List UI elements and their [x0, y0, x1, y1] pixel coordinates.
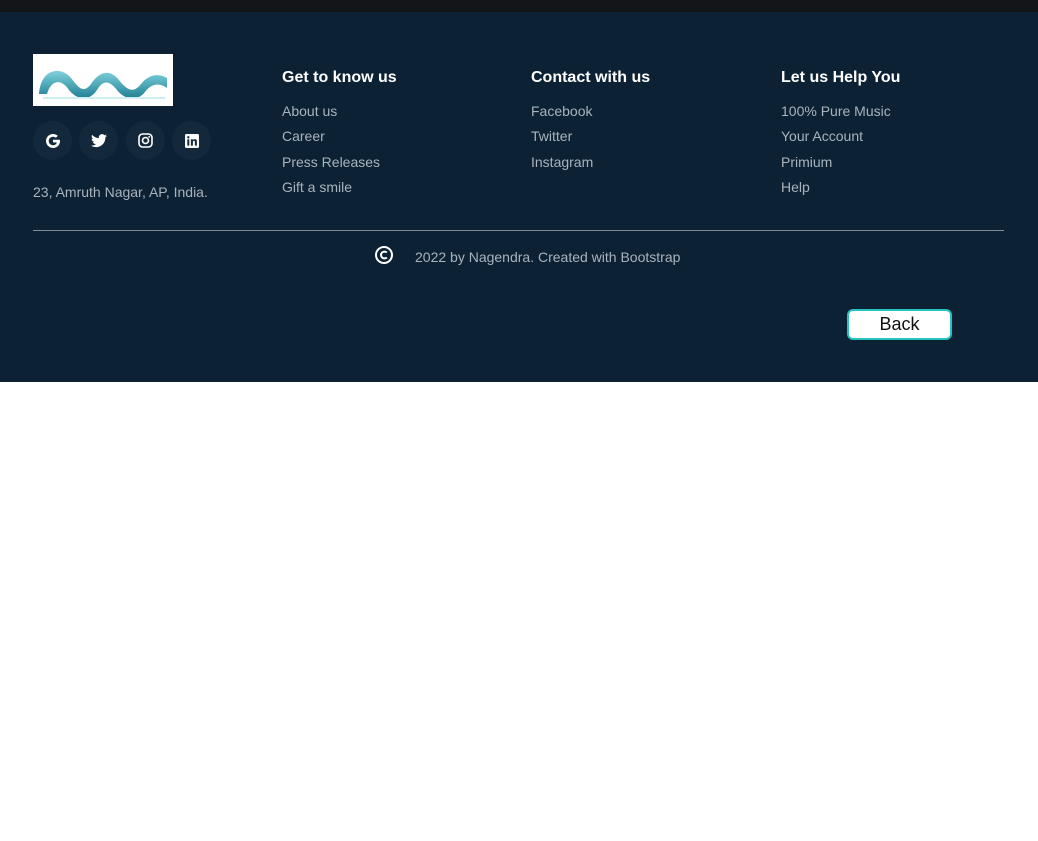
top-bar: [0, 0, 1038, 12]
link-your-account[interactable]: Your Account: [781, 128, 891, 153]
brand-logo[interactable]: [33, 54, 173, 106]
google-button[interactable]: [33, 121, 72, 160]
site-footer: 23, Amruth Nagar, AP, India. Get to know…: [0, 12, 1038, 382]
linkedin-icon: [184, 133, 199, 148]
column-title-contact: Contact with us: [531, 69, 651, 86]
link-gift-a-smile[interactable]: Gift a smile: [282, 179, 380, 204]
google-icon: [45, 133, 60, 148]
link-twitter[interactable]: Twitter: [531, 128, 593, 153]
link-pure-music[interactable]: 100% Pure Music: [781, 103, 891, 128]
logo-wave-graphic: [39, 70, 167, 99]
copyright-icon: [375, 246, 393, 264]
link-help[interactable]: Help: [781, 179, 891, 204]
column-title-about: Get to know us: [282, 69, 397, 86]
link-facebook[interactable]: Facebook: [531, 103, 593, 128]
copyright-text: 2022 by Nagendra. Created with Bootstrap: [415, 249, 681, 265]
linkedin-button[interactable]: [172, 121, 211, 160]
links-contact: Facebook Twitter Instagram: [531, 103, 593, 179]
links-help: 100% Pure Music Your Account Primium Hel…: [781, 103, 891, 204]
link-press-releases[interactable]: Press Releases: [282, 154, 380, 179]
links-about: About us Career Press Releases Gift a sm…: [282, 103, 380, 204]
instagram-button[interactable]: [126, 121, 165, 160]
link-career[interactable]: Career: [282, 128, 380, 153]
link-about-us[interactable]: About us: [282, 103, 380, 128]
footer-divider: [33, 230, 1004, 231]
instagram-icon: [138, 133, 153, 148]
column-title-help: Let us Help You: [781, 69, 901, 86]
twitter-button[interactable]: [79, 121, 118, 160]
back-button[interactable]: Back: [847, 309, 952, 340]
link-primium[interactable]: Primium: [781, 154, 891, 179]
twitter-icon: [90, 133, 107, 147]
link-instagram[interactable]: Instagram: [531, 154, 593, 179]
address-text: 23, Amruth Nagar, AP, India.: [33, 184, 208, 200]
